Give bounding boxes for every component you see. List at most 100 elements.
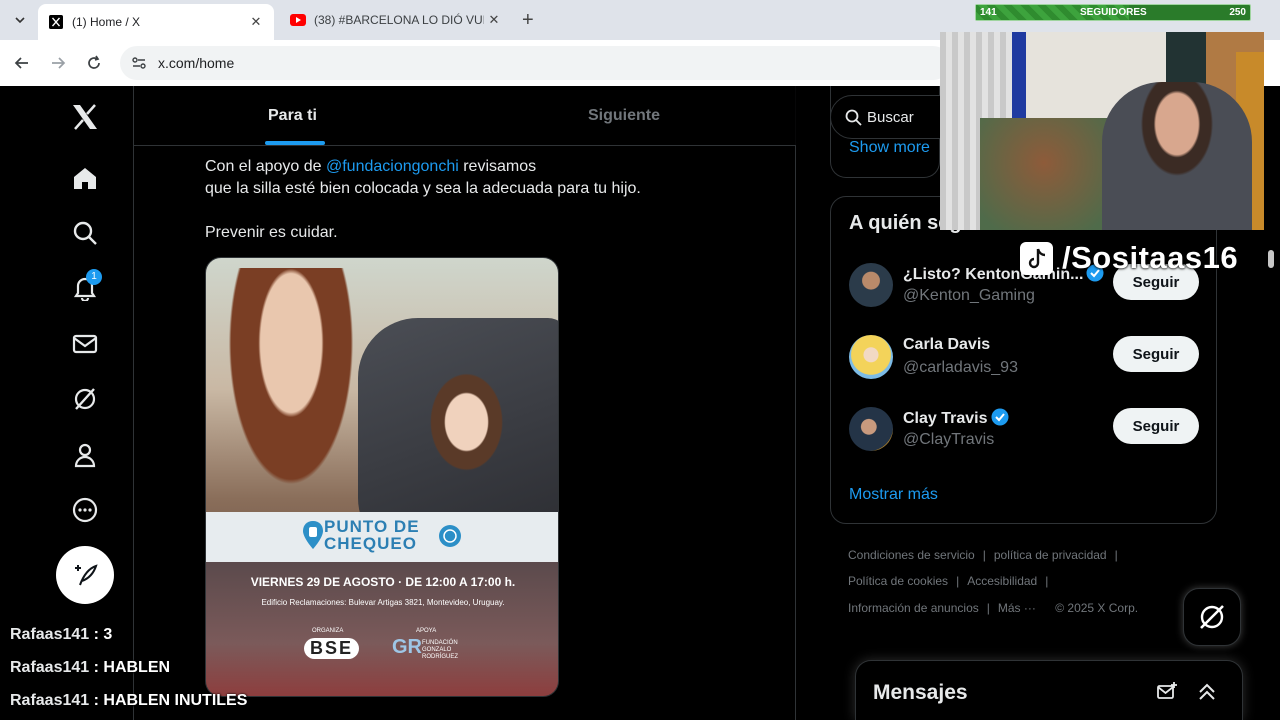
separator: | bbox=[986, 601, 990, 615]
separator: | bbox=[956, 574, 960, 588]
x-logo-icon bbox=[48, 14, 64, 30]
account-handle: @Kenton_Gaming bbox=[903, 287, 1035, 304]
close-tab-icon[interactable]: ✕ bbox=[484, 12, 504, 28]
arrow-right-icon bbox=[52, 57, 66, 69]
new-message-icon[interactable] bbox=[1156, 681, 1178, 703]
x-logo-icon[interactable] bbox=[70, 102, 100, 132]
new-tab-button[interactable]: + bbox=[522, 9, 534, 32]
tab-title: (38) #BARCELONA LO DIÓ VUE bbox=[314, 13, 484, 27]
footer-links-row-2: Política de cookies | Accesibilidad | bbox=[848, 574, 1056, 588]
post-text-line-3: Prevenir es cuidar. bbox=[205, 224, 338, 241]
search-icon[interactable] bbox=[70, 218, 100, 248]
footer-link-cookies[interactable]: Política de cookies bbox=[848, 574, 948, 588]
footer-link-privacy[interactable]: política de privacidad bbox=[994, 548, 1107, 562]
follow-button[interactable]: Seguir bbox=[1113, 408, 1199, 444]
mail-icon[interactable] bbox=[70, 329, 100, 359]
tab-x-home[interactable]: (1) Home / X ✕ bbox=[38, 4, 274, 40]
suggested-account[interactable]: Carla Davis @carladavis_93 Seguir bbox=[849, 333, 1209, 383]
address-bar[interactable]: x.com/home bbox=[120, 46, 950, 80]
post-text-line-2: que la silla esté bien colocada y sea la… bbox=[205, 180, 641, 197]
post-image[interactable]: PUNTO DE CHEQUEO VIERNES 29 DE AGOSTO · D… bbox=[205, 257, 559, 697]
grok-icon[interactable] bbox=[70, 384, 100, 414]
chat-user: Rafaas141 bbox=[10, 659, 90, 676]
back-button[interactable] bbox=[10, 51, 34, 75]
event-date: VIERNES 29 DE AGOSTO · DE 12:00 A 17:00 … bbox=[250, 575, 516, 589]
location-pin-icon bbox=[303, 521, 323, 549]
messages-title: Mensajes bbox=[873, 681, 968, 704]
active-tab-indicator bbox=[265, 141, 325, 145]
separator bbox=[1044, 601, 1047, 615]
search-icon bbox=[845, 109, 862, 126]
grok-icon bbox=[1200, 605, 1224, 629]
tiktok-handle: /Sositaas16 bbox=[1062, 240, 1239, 275]
footer-links-row-3: Información de anuncios | Más ··· © 2025 X… bbox=[848, 601, 1138, 615]
footer-link-accessibility[interactable]: Accesibilidad bbox=[967, 574, 1037, 588]
account-name: Carla Davis bbox=[903, 336, 991, 353]
compose-post-button[interactable] bbox=[56, 546, 114, 604]
tiktok-handle-overlay: /Sositaas16 bbox=[1020, 240, 1260, 276]
footer-link-ads-info[interactable]: Información de anuncios bbox=[848, 601, 979, 615]
avatar[interactable] bbox=[849, 263, 893, 307]
separator: | bbox=[982, 548, 986, 562]
child-graphic bbox=[426, 368, 516, 488]
separator: | bbox=[1045, 574, 1049, 588]
chat-text: : HABLEN INUTILES bbox=[89, 692, 248, 709]
tab-siguiente[interactable]: Siguiente bbox=[588, 107, 660, 125]
grok-button[interactable] bbox=[1183, 588, 1241, 646]
post-text: Con el apoyo de bbox=[205, 158, 326, 175]
bse-logo: BSE bbox=[304, 638, 360, 659]
event-address: Edificio Reclamaciones: Bulevar Artigas … bbox=[261, 598, 505, 607]
messages-drawer[interactable]: Mensajes bbox=[855, 660, 1243, 720]
brand-line-2: CHEQUEO bbox=[324, 534, 417, 553]
profile-icon[interactable] bbox=[70, 440, 100, 470]
reload-button[interactable] bbox=[82, 51, 106, 75]
footer-link-terms[interactable]: Condiciones de servicio bbox=[848, 548, 975, 562]
footer-link-more[interactable]: Más ··· bbox=[998, 601, 1036, 615]
tab-youtube[interactable]: (38) #BARCELONA LO DIÓ VUE ✕ bbox=[280, 4, 512, 36]
brand-line-1: PUNTO DE bbox=[324, 517, 420, 536]
account-handle: @carladavis_93 bbox=[903, 359, 1018, 376]
tab-search-dropdown[interactable] bbox=[8, 8, 32, 32]
tab-title: (1) Home / X bbox=[72, 15, 141, 29]
left-navigation: 1 bbox=[0, 86, 134, 720]
chevron-double-up-icon[interactable] bbox=[1196, 681, 1218, 703]
scrollbar-thumb[interactable] bbox=[1268, 250, 1274, 268]
post-text-line-1: Con el apoyo de @fundaciongonchi revisam… bbox=[205, 156, 536, 178]
tab-para-ti[interactable]: Para ti bbox=[268, 107, 317, 125]
chat-message: Rafaas141 : HABLEN INUTILES bbox=[10, 692, 247, 710]
account-handle: @ClayTravis bbox=[903, 431, 995, 448]
account-name: Clay Travis bbox=[903, 408, 1009, 428]
chat-user: Rafaas141 bbox=[10, 626, 90, 643]
home-icon[interactable] bbox=[70, 163, 100, 193]
site-settings-icon[interactable] bbox=[130, 54, 148, 72]
show-more-link[interactable]: Mostrar más bbox=[849, 486, 938, 504]
reload-icon bbox=[88, 55, 100, 69]
follow-button[interactable]: Seguir bbox=[1113, 336, 1199, 372]
forward-button[interactable] bbox=[46, 51, 70, 75]
search-placeholder: Buscar bbox=[867, 109, 914, 126]
close-tab-icon[interactable]: ✕ bbox=[246, 14, 266, 30]
verified-badge-icon bbox=[991, 408, 1008, 426]
followers-goal-bar: 141 SEGUIDORES 250 bbox=[975, 4, 1251, 21]
tiktok-icon bbox=[1020, 242, 1053, 275]
chat-text: : 3 bbox=[89, 626, 113, 643]
suggested-account[interactable]: Clay Travis @ClayTravis Seguir bbox=[849, 405, 1209, 455]
woman-graphic bbox=[214, 268, 354, 518]
main-feed: Para ti Siguiente Con el apoyo de @funda… bbox=[134, 86, 796, 720]
more-icon[interactable] bbox=[70, 495, 100, 525]
url-text: x.com/home bbox=[158, 55, 235, 71]
apoya-label: APOYA bbox=[416, 628, 437, 634]
gr-logo: GR bbox=[392, 636, 422, 658]
feed-tabs: Para ti Siguiente bbox=[134, 86, 796, 146]
chat-text: : HABLEN bbox=[89, 659, 171, 676]
chat-message: Rafaas141 : HABLEN bbox=[10, 659, 170, 677]
brand-text: PUNTO DE CHEQUEO bbox=[324, 518, 420, 552]
followers-goal: 250 bbox=[1229, 7, 1246, 18]
footer-links-row-1: Condiciones de servicio | política de priv… bbox=[848, 548, 1126, 562]
show-more-link[interactable]: Show more bbox=[849, 139, 930, 157]
avatar[interactable] bbox=[849, 407, 893, 451]
avatar[interactable] bbox=[849, 335, 893, 379]
mention-link[interactable]: @fundaciongonchi bbox=[326, 158, 459, 175]
chat-message: Rafaas141 : 3 bbox=[10, 626, 112, 644]
organiza-label: ORGANIZA bbox=[312, 628, 344, 634]
